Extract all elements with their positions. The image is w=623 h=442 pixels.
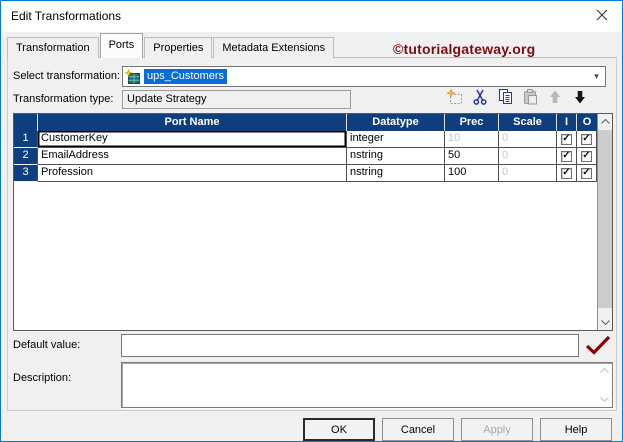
- scrollbar-up-button[interactable]: [598, 114, 612, 129]
- description-scroll-down-icon: [598, 397, 610, 402]
- precision-cell[interactable]: 50: [445, 148, 499, 165]
- paste-icon: [521, 88, 539, 109]
- grid-scrollbar[interactable]: [597, 114, 612, 330]
- copy-port-button[interactable]: [496, 88, 514, 109]
- column-header-prec[interactable]: Prec: [445, 114, 499, 131]
- validate-check-icon[interactable]: [585, 335, 611, 358]
- scale-cell[interactable]: 0: [499, 165, 557, 182]
- port-name-cell[interactable]: CustomerKey: [38, 131, 347, 148]
- select-transformation-combobox[interactable]: ups_Customers ▾: [122, 66, 606, 87]
- watermark: ©tutorialgateway.org: [393, 41, 536, 57]
- input-port-checkbox-cell: ✓: [557, 131, 577, 148]
- column-header-i[interactable]: I: [557, 114, 577, 131]
- precision-cell[interactable]: 100: [445, 165, 499, 182]
- combobox-dropdown-button[interactable]: ▾: [588, 67, 605, 86]
- tab-ports[interactable]: Ports: [99, 33, 144, 58]
- tab-strip: Transformation Ports Properties Metadata…: [7, 33, 335, 58]
- cancel-button[interactable]: Cancel: [382, 418, 454, 441]
- description-label: Description:: [13, 372, 72, 384]
- output-port-checkbox[interactable]: ✓: [581, 133, 592, 145]
- row-number[interactable]: 2: [14, 148, 38, 165]
- apply-button[interactable]: Apply: [461, 418, 533, 441]
- select-transformation-label: Select transformation:: [13, 70, 120, 82]
- port-name-cell[interactable]: Profession: [38, 165, 347, 182]
- row-number[interactable]: 1: [14, 131, 38, 148]
- tab-properties[interactable]: Properties: [144, 37, 213, 58]
- output-port-checkbox[interactable]: ✓: [581, 167, 592, 179]
- transformation-icon: [125, 68, 141, 85]
- output-port-checkbox-cell: ✓: [577, 131, 597, 148]
- row-number[interactable]: 3: [14, 165, 38, 182]
- port-row: 3 Profession nstring 100 0 ✓ ✓: [14, 165, 597, 182]
- arrow-up-icon: [546, 88, 564, 109]
- input-port-checkbox-cell: ✓: [557, 165, 577, 182]
- tab-metadata-extensions[interactable]: Metadata Extensions: [213, 37, 335, 58]
- datatype-cell[interactable]: nstring: [347, 148, 445, 165]
- ok-button[interactable]: OK: [303, 418, 375, 441]
- datatype-cell[interactable]: integer: [347, 131, 445, 148]
- edit-transformations-dialog: Edit Transformations Transformation Port…: [0, 0, 623, 442]
- dialog-button-row: OK Cancel Apply Help: [303, 418, 612, 441]
- scale-cell[interactable]: 0: [499, 148, 557, 165]
- titlebar: Edit Transformations: [1, 1, 622, 32]
- new-port-icon: [446, 87, 464, 109]
- cut-icon: [471, 88, 489, 109]
- ports-toolbar: [446, 87, 589, 109]
- copy-icon: [496, 88, 514, 109]
- output-port-checkbox-cell: ✓: [577, 148, 597, 165]
- move-port-up-button[interactable]: [546, 89, 564, 107]
- port-name-cell[interactable]: EmailAddress: [38, 148, 347, 165]
- output-port-checkbox[interactable]: ✓: [581, 150, 592, 162]
- scale-cell[interactable]: 0: [499, 131, 557, 148]
- transformation-type-value: Update Strategy: [122, 90, 351, 109]
- help-button[interactable]: Help: [540, 418, 612, 441]
- input-port-checkbox[interactable]: ✓: [561, 167, 572, 179]
- window-title: Edit Transformations: [11, 9, 122, 23]
- chevron-down-icon: ▾: [594, 71, 599, 81]
- input-port-checkbox-cell: ✓: [557, 148, 577, 165]
- paste-port-button[interactable]: [521, 88, 539, 109]
- scrollbar-thumb[interactable]: [598, 130, 612, 308]
- selected-transformation-value: ups_Customers: [144, 69, 228, 84]
- column-header-scale[interactable]: Scale: [499, 114, 557, 131]
- column-header-row-selector[interactable]: [14, 114, 38, 131]
- transformation-type-label: Transformation type:: [13, 93, 114, 105]
- default-value-label: Default value:: [13, 339, 81, 351]
- move-port-down-button[interactable]: [571, 89, 589, 107]
- grid-header-row: Port Name Datatype Prec Scale I O: [14, 114, 597, 131]
- ports-grid: Port Name Datatype Prec Scale I O 1 CustomerKe…: [13, 113, 613, 331]
- scrollbar-down-button[interactable]: [598, 315, 612, 330]
- column-header-o[interactable]: O: [577, 114, 597, 131]
- port-row: 2 EmailAddress nstring 50 0 ✓ ✓: [14, 148, 597, 165]
- cut-port-button[interactable]: [471, 89, 489, 107]
- precision-cell[interactable]: 10: [445, 131, 499, 148]
- output-port-checkbox-cell: ✓: [577, 165, 597, 182]
- tab-transformation[interactable]: Transformation: [7, 37, 99, 58]
- input-port-checkbox[interactable]: ✓: [561, 133, 572, 145]
- description-scroll-up-icon: [598, 368, 610, 373]
- column-header-port-name[interactable]: Port Name: [38, 114, 347, 131]
- port-row: 1 CustomerKey integer 10 0 ✓ ✓: [14, 131, 597, 148]
- default-value-input[interactable]: [121, 334, 579, 357]
- datatype-cell[interactable]: nstring: [347, 165, 445, 182]
- close-button[interactable]: [588, 4, 616, 29]
- arrow-down-icon: [571, 88, 589, 109]
- column-header-datatype[interactable]: Datatype: [347, 114, 445, 131]
- description-textarea[interactable]: [121, 362, 613, 408]
- input-port-checkbox[interactable]: ✓: [561, 150, 572, 162]
- add-port-button[interactable]: [446, 87, 464, 109]
- close-icon: [596, 9, 608, 24]
